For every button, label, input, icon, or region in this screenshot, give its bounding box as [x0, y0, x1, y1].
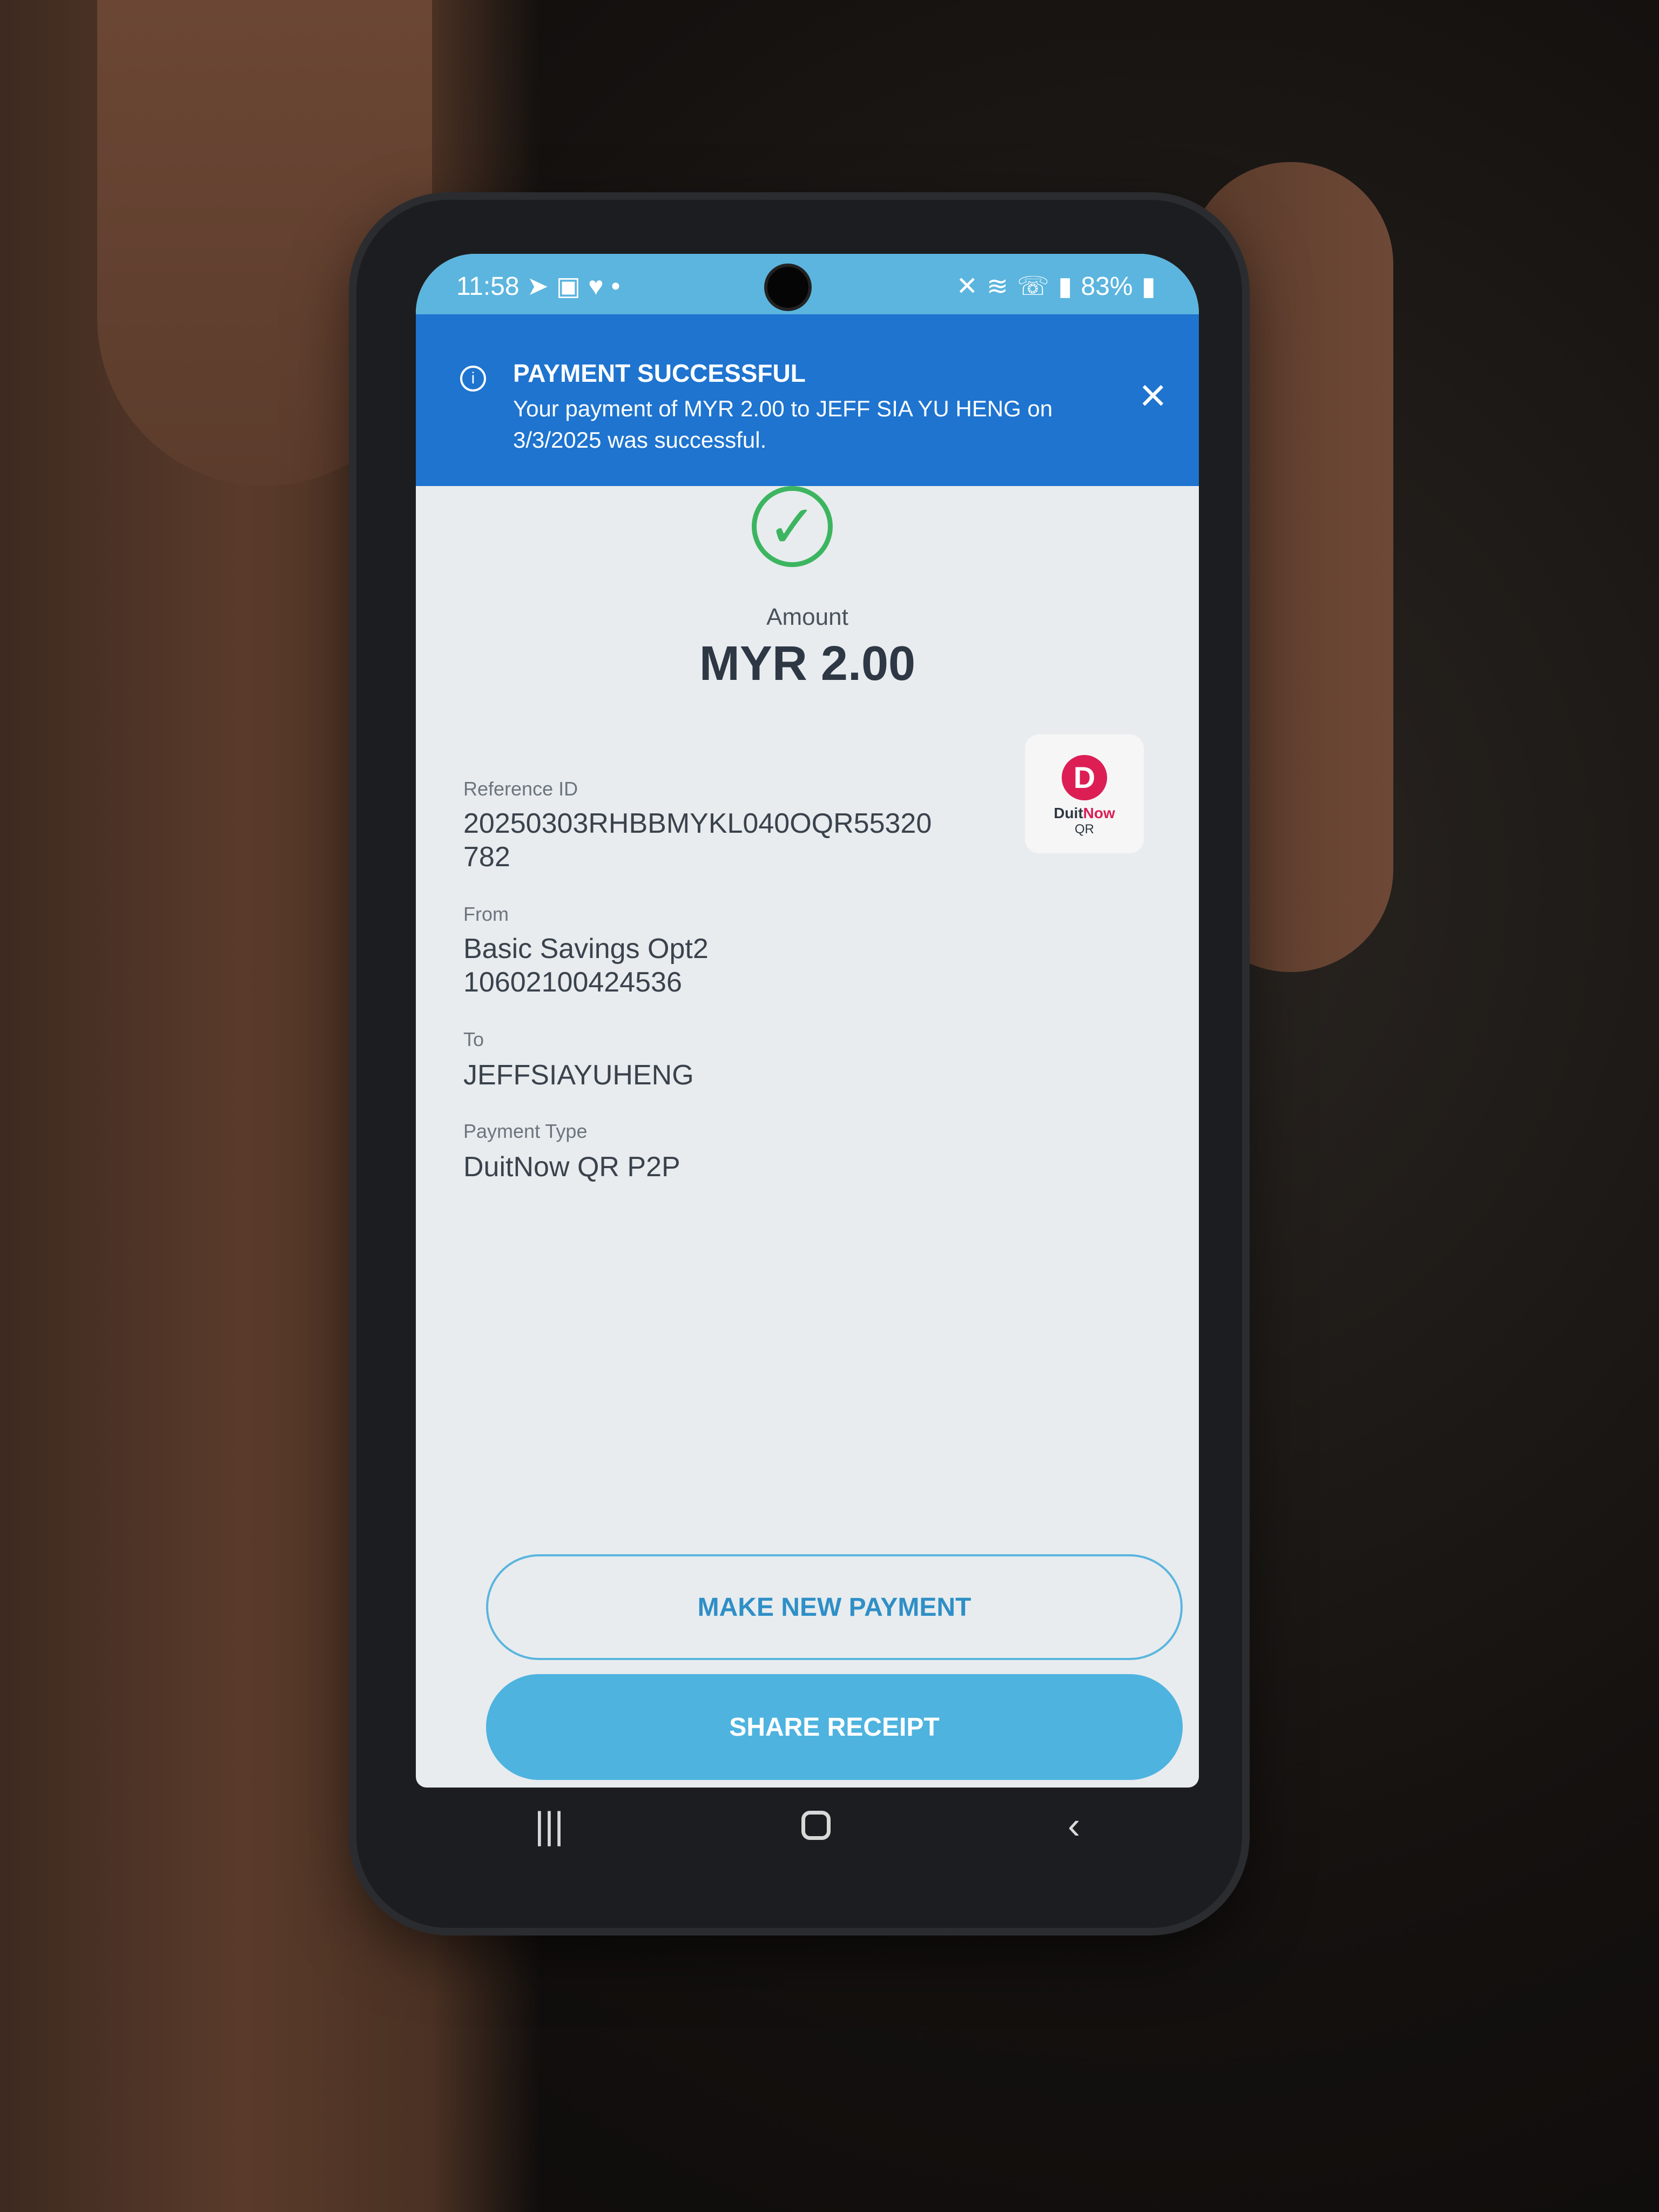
duitnow-text: DuitNow [1025, 805, 1144, 822]
payment-type-label: Payment Type [463, 1120, 588, 1142]
status-bar: 11:58 ➤ ▣ ♥ • ✕ ≋ ☏ ▮ 83% ▮ [416, 254, 1199, 314]
reference-value: 20250303RHBBMYKL040OQR55320 782 [463, 808, 932, 873]
from-account: Basic Savings Opt2 [463, 933, 709, 965]
to-value: JEFFSIAYUHENG [463, 1060, 694, 1091]
phone-screen: 11:58 ➤ ▣ ♥ • ✕ ≋ ☏ ▮ 83% ▮ i PAYMENT SU… [416, 254, 1199, 1788]
amount-value: MYR 2.00 [699, 637, 916, 691]
duitnow-text-b: Now [1083, 805, 1115, 821]
duitnow-qr-logo: D DuitNow QR [1025, 734, 1144, 853]
back-icon[interactable]: ‹ [1068, 1804, 1080, 1847]
call-icon: ☏ [1017, 272, 1050, 301]
payment-type-value: DuitNow QR P2P [463, 1151, 680, 1183]
system-nav-bar: ||| ‹ [416, 1788, 1199, 1863]
shopping-bag-icon: ▣ [556, 272, 581, 301]
status-time: 11:58 [456, 272, 520, 301]
share-receipt-button[interactable]: SHARE RECEIPT [486, 1674, 1183, 1780]
battery-percent: 83% [1081, 272, 1133, 301]
heart-app-icon: ♥ [588, 272, 604, 301]
from-number: 10602100424536 [463, 967, 682, 998]
from-label: From [463, 903, 509, 925]
banner-message: Your payment of MYR 2.00 to JEFF SIA YU … [513, 396, 1053, 453]
battery-icon: ▮ [1141, 272, 1156, 301]
status-right: ✕ ≋ ☏ ▮ 83% ▮ [956, 271, 1156, 301]
checkmark-icon: ✓ [752, 486, 833, 567]
to-label: To [463, 1028, 484, 1050]
signal-icon: ▮ [1058, 272, 1073, 301]
wifi-icon: ≋ [986, 272, 1009, 301]
status-left: 11:58 ➤ ▣ ♥ • [456, 271, 620, 301]
duitnow-mark-icon: D [1062, 755, 1107, 800]
info-icon: i [460, 366, 486, 392]
front-camera [764, 264, 812, 311]
recent-apps-icon[interactable]: ||| [535, 1804, 564, 1847]
close-icon[interactable]: × [1139, 372, 1166, 419]
duitnow-text-a: Duit [1054, 805, 1083, 821]
amount-label: Amount [766, 604, 848, 630]
home-icon[interactable] [801, 1811, 831, 1840]
reference-label: Reference ID [463, 778, 578, 800]
make-new-payment-button[interactable]: MAKE NEW PAYMENT [486, 1554, 1183, 1660]
dot-icon: • [611, 272, 621, 301]
success-banner: i PAYMENT SUCCESSFUL Your payment of MYR… [416, 314, 1199, 486]
mute-icon: ✕ [956, 272, 978, 301]
telegram-icon: ➤ [527, 272, 549, 301]
duitnow-qr-text: QR [1075, 822, 1094, 837]
banner-title: PAYMENT SUCCESSFUL [513, 359, 806, 387]
